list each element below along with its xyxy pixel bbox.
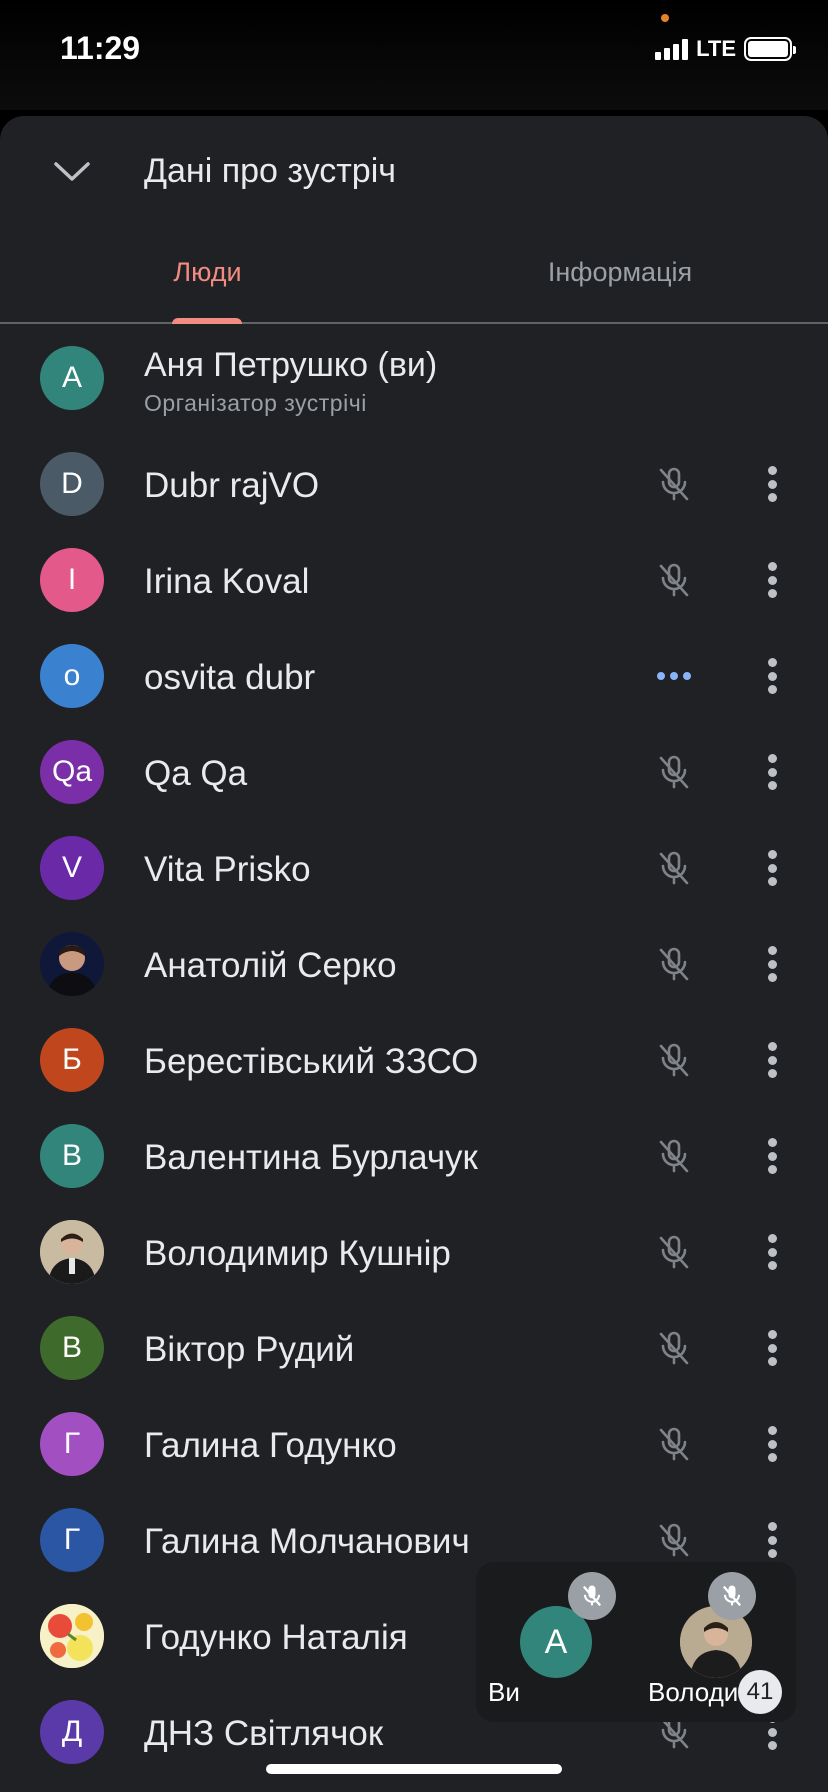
status-indicators: LTE — [655, 36, 796, 62]
avatar: В — [40, 1316, 104, 1380]
participant-name: Володимир Кушнір — [144, 1234, 451, 1273]
mic-off-icon — [654, 560, 694, 600]
mic-off-icon — [654, 464, 694, 504]
tab-info[interactable]: Інформація — [520, 236, 720, 324]
participant-name: Qa Qa — [144, 754, 248, 793]
more-options-icon[interactable] — [756, 750, 788, 794]
speaking-indicator-icon — [646, 656, 702, 696]
avatar — [40, 1604, 104, 1668]
mic-off-icon — [654, 944, 694, 984]
mic-off-icon — [708, 1572, 756, 1620]
participant-count-badge[interactable]: 41 — [738, 1670, 782, 1714]
mic-off-icon — [654, 1424, 694, 1464]
mic-off-icon — [654, 1232, 694, 1272]
meeting-details-sheet: Дані про зустріч Люди Інформація А Аня П… — [0, 116, 828, 1792]
more-options-icon[interactable] — [756, 1038, 788, 1082]
more-options-icon[interactable] — [756, 1422, 788, 1466]
avatar: Г — [40, 1508, 104, 1572]
sheet-header: Дані про зустріч — [0, 116, 828, 226]
avatar — [40, 1220, 104, 1284]
status-time: 11:29 — [60, 30, 141, 66]
avatar: Д — [40, 1700, 104, 1764]
list-item[interactable]: Анатолій Серко — [0, 916, 828, 1012]
more-options-icon[interactable] — [756, 846, 788, 890]
list-item[interactable]: Qa Qa Qa — [0, 724, 828, 820]
avatar: I — [40, 548, 104, 612]
avatar: Qa — [40, 740, 104, 804]
list-item[interactable]: V Vita Prisko — [0, 820, 828, 916]
participant-name: Irina Koval — [144, 562, 310, 601]
tabs: Люди Інформація — [0, 236, 828, 324]
more-options-icon[interactable] — [756, 942, 788, 986]
participant-name: Годунко Наталія — [144, 1618, 408, 1657]
more-options-icon[interactable] — [756, 1518, 788, 1562]
avatar: o — [40, 644, 104, 708]
mic-off-icon — [654, 1328, 694, 1368]
chevron-down-icon[interactable] — [52, 156, 92, 186]
avatar — [40, 932, 104, 996]
self-view-tile[interactable]: А Ви Володи... 41 — [476, 1562, 796, 1722]
more-options-icon[interactable] — [756, 558, 788, 602]
participant-name: Vita Prisko — [144, 850, 311, 889]
participant-name: Віктор Рудий — [144, 1330, 355, 1369]
mic-off-icon — [568, 1572, 616, 1620]
more-options-icon[interactable] — [756, 462, 788, 506]
participant-name: Берестівський ЗЗСО — [144, 1042, 479, 1081]
participant-name: Галина Молчанович — [144, 1522, 470, 1561]
avatar: V — [40, 836, 104, 900]
list-item[interactable]: I Irina Koval — [0, 532, 828, 628]
status-bar: 11:29 LTE — [0, 0, 828, 110]
avatar: Б — [40, 1028, 104, 1092]
signal-icon — [655, 38, 689, 60]
organizer-role: Організатор зустрічі — [144, 390, 367, 416]
participant-name: Галина Годунко — [144, 1426, 397, 1465]
participant-name: ДНЗ Світлячок — [144, 1714, 384, 1753]
mic-off-icon — [654, 1520, 694, 1560]
self-label: Ви — [488, 1677, 520, 1707]
avatar: А — [40, 346, 104, 410]
participant-name: Анатолій Серко — [144, 946, 397, 985]
list-item[interactable]: Г Галина Годунко — [0, 1396, 828, 1492]
avatar: В — [40, 1124, 104, 1188]
mic-off-icon — [654, 848, 694, 888]
list-item-organizer[interactable]: А Аня Петрушко (ви) Організатор зустрічі — [0, 326, 828, 436]
avatar: D — [40, 452, 104, 516]
more-options-icon[interactable] — [756, 1326, 788, 1370]
participant-name: osvita dubr — [144, 658, 316, 697]
active-tab-indicator — [172, 318, 242, 324]
mic-in-use-indicator — [661, 14, 669, 22]
tab-info-label: Інформація — [547, 257, 693, 287]
more-options-icon[interactable] — [756, 654, 788, 698]
battery-icon — [744, 37, 796, 61]
list-item[interactable]: o osvita dubr — [0, 628, 828, 724]
tab-people[interactable]: Люди — [140, 236, 275, 324]
home-indicator[interactable] — [266, 1764, 562, 1774]
mic-off-icon — [654, 1040, 694, 1080]
avatar: Г — [40, 1412, 104, 1476]
list-item[interactable]: В Валентина Бурлачук — [0, 1108, 828, 1204]
participant-name: Аня Петрушко (ви) — [144, 346, 438, 384]
network-type: LTE — [696, 36, 736, 61]
participant-name: Валентина Бурлачук — [144, 1138, 478, 1177]
list-item[interactable]: D Dubr rajVO — [0, 436, 828, 532]
tab-people-label: Люди — [173, 257, 242, 287]
mic-off-icon — [654, 1136, 694, 1176]
more-options-icon[interactable] — [756, 1230, 788, 1274]
list-item[interactable]: Б Берестівський ЗЗСО — [0, 1012, 828, 1108]
more-options-icon[interactable] — [756, 1134, 788, 1178]
sheet-title: Дані про зустріч — [144, 152, 396, 190]
participant-name: Dubr rajVO — [144, 466, 320, 505]
list-item[interactable]: В Віктор Рудий — [0, 1300, 828, 1396]
list-item[interactable]: Володимир Кушнір — [0, 1204, 828, 1300]
mic-off-icon — [654, 752, 694, 792]
